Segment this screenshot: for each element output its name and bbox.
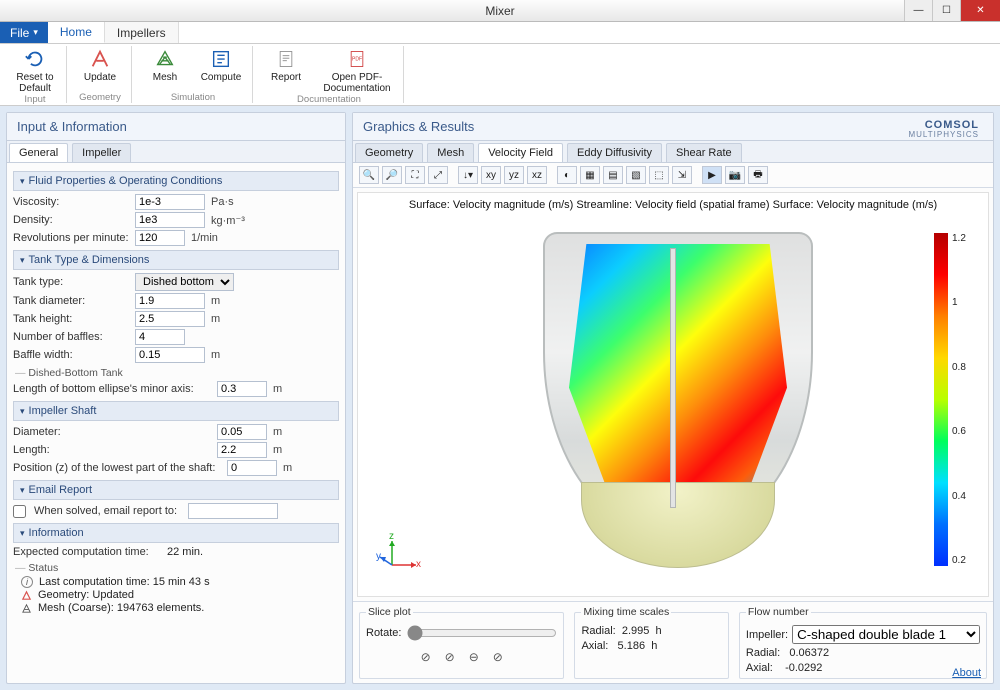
section-email[interactable]: Email Report [13, 480, 339, 500]
mesh-button[interactable]: Mesh [140, 46, 190, 84]
comsol-logo: COMSOLMULTIPHYSICS [908, 120, 979, 139]
density-input[interactable] [135, 212, 205, 228]
plot-area[interactable]: Surface: Velocity magnitude (m/s) Stream… [357, 192, 989, 597]
graphics-panel-header: Graphics & Results [353, 113, 993, 141]
pdf-icon: PDF [344, 46, 370, 72]
window-minimize-button[interactable] [904, 0, 932, 21]
zoom-out-icon[interactable]: 🔎 [382, 166, 402, 184]
rpm-input[interactable] [135, 230, 185, 246]
window-close-button[interactable] [960, 0, 1000, 21]
transparency-icon[interactable]: ▦ [580, 166, 600, 184]
orthographic-icon[interactable]: ⬚ [649, 166, 669, 184]
plot-title: Surface: Velocity magnitude (m/s) Stream… [358, 199, 988, 211]
tank-type-select[interactable]: Dished bottom [135, 273, 234, 291]
ribbon-group-simulation: Simulation [171, 92, 215, 103]
section-tank[interactable]: Tank Type & Dimensions [13, 250, 339, 270]
axes-gizmo: y z x [376, 535, 420, 578]
slice-view3-icon[interactable]: ⊖ [469, 650, 479, 664]
gtab-eddy[interactable]: Eddy Diffusivity [567, 143, 662, 162]
input-panel: Input & Information General Impeller Flu… [6, 112, 346, 684]
file-menu[interactable]: File [0, 22, 48, 43]
wireframe-icon[interactable]: ▤ [603, 166, 623, 184]
geometry-status-icon [21, 590, 32, 601]
section-fluid[interactable]: Fluid Properties & Operating Conditions [13, 171, 339, 191]
section-information[interactable]: Information [13, 523, 339, 543]
email-input[interactable] [188, 503, 278, 519]
gtab-mesh[interactable]: Mesh [427, 143, 474, 162]
colorbar: 1.2 1 0.8 0.6 0.4 0.2 [934, 233, 974, 566]
dished-bottom-subheading: Dished-Bottom Tank [13, 367, 339, 379]
ribbon: Reset to Default Input Update Geometry M… [0, 44, 1000, 106]
rotate-slider[interactable] [407, 625, 557, 641]
grid-icon[interactable]: ▧ [626, 166, 646, 184]
zoom-in-icon[interactable]: 🔍 [359, 166, 379, 184]
mesh-icon [152, 46, 178, 72]
update-button[interactable]: Update [75, 46, 125, 84]
flow-number-group: Flow number Impeller:C-shaped double bla… [739, 606, 987, 679]
ribbon-group-geometry: Geometry [79, 92, 121, 103]
velocity-visualization [483, 230, 863, 560]
compute-button[interactable]: Compute [196, 46, 246, 84]
minor-axis-input[interactable] [217, 381, 267, 397]
about-link[interactable]: About [952, 667, 981, 679]
slice-view1-icon[interactable]: ⊘ [421, 650, 431, 664]
ribbon-group-documentation: Documentation [297, 94, 361, 105]
section-shaft[interactable]: Impeller Shaft [13, 401, 339, 421]
lock-icon[interactable]: ⇲ [672, 166, 692, 184]
gtab-geometry[interactable]: Geometry [355, 143, 423, 162]
view-xy-icon[interactable]: xy [481, 166, 501, 184]
scene-light-icon[interactable]: ◐ [557, 166, 577, 184]
mesh-status-icon [21, 603, 32, 614]
open-pdf-button[interactable]: PDF Open PDF- Documentation [317, 46, 397, 94]
slice-view4-icon[interactable]: ⊘ [493, 650, 503, 664]
email-checkbox[interactable] [13, 505, 26, 518]
window-maximize-button[interactable] [932, 0, 960, 21]
view-xz-icon[interactable]: xz [527, 166, 547, 184]
baffles-input[interactable] [135, 329, 185, 345]
gtab-velocity[interactable]: Velocity Field [478, 143, 563, 162]
mixing-times-group: Mixing time scales Radial: 2.995 h Axial… [574, 606, 728, 679]
subtab-impeller[interactable]: Impeller [72, 143, 131, 162]
info-icon: i [21, 576, 33, 588]
print-icon[interactable]: 🖶 [748, 166, 768, 184]
view-yz-icon[interactable]: yz [504, 166, 524, 184]
graphics-toolbar: 🔍 🔎 ⛶ ⤢ ↓▾ xy yz xz ◐ ▦ ▤ ▧ ⬚ ⇲ ▶ 📷 🖶 [353, 163, 993, 188]
gtab-shear[interactable]: Shear Rate [666, 143, 742, 162]
tab-impellers[interactable]: Impellers [105, 22, 179, 43]
baffle-width-input[interactable] [135, 347, 205, 363]
tab-home[interactable]: Home [48, 22, 105, 43]
flow-impeller-select[interactable]: C-shaped double blade 1 [792, 625, 980, 644]
svg-text:PDF: PDF [352, 57, 362, 63]
tank-diameter-input[interactable] [135, 293, 205, 309]
shaft-length-input[interactable] [217, 442, 267, 458]
viscosity-input[interactable] [135, 194, 205, 210]
reset-to-default-button[interactable]: Reset to Default [10, 46, 60, 94]
menubar: File Home Impellers [0, 22, 1000, 44]
window-title: Mixer [0, 4, 1000, 18]
snapshot-icon[interactable]: 📷 [725, 166, 745, 184]
view-default-icon[interactable]: ↓▾ [458, 166, 478, 184]
ribbon-group-input: Input [24, 94, 45, 105]
shaft-posz-input[interactable] [227, 460, 277, 476]
zoom-box-icon[interactable]: ⛶ [405, 166, 425, 184]
window-titlebar: Mixer [0, 0, 1000, 22]
geometry-icon [87, 46, 113, 72]
compute-icon [208, 46, 234, 72]
undo-icon [22, 46, 48, 72]
slice-plot-group: Slice plot Rotate: ⊘ ⊘ ⊖ ⊘ [359, 606, 564, 679]
slice-view2-icon[interactable]: ⊘ [445, 650, 455, 664]
select-icon[interactable]: ▶ [702, 166, 722, 184]
report-icon [273, 46, 299, 72]
status-subheading: Status [13, 562, 339, 574]
input-panel-header: Input & Information [7, 113, 345, 141]
report-button[interactable]: Report [261, 46, 311, 94]
tank-height-input[interactable] [135, 311, 205, 327]
zoom-extents-icon[interactable]: ⤢ [428, 166, 448, 184]
shaft-diameter-input[interactable] [217, 424, 267, 440]
graphics-panel: Graphics & Results COMSOLMULTIPHYSICS Ge… [352, 112, 994, 684]
subtab-general[interactable]: General [9, 143, 68, 162]
